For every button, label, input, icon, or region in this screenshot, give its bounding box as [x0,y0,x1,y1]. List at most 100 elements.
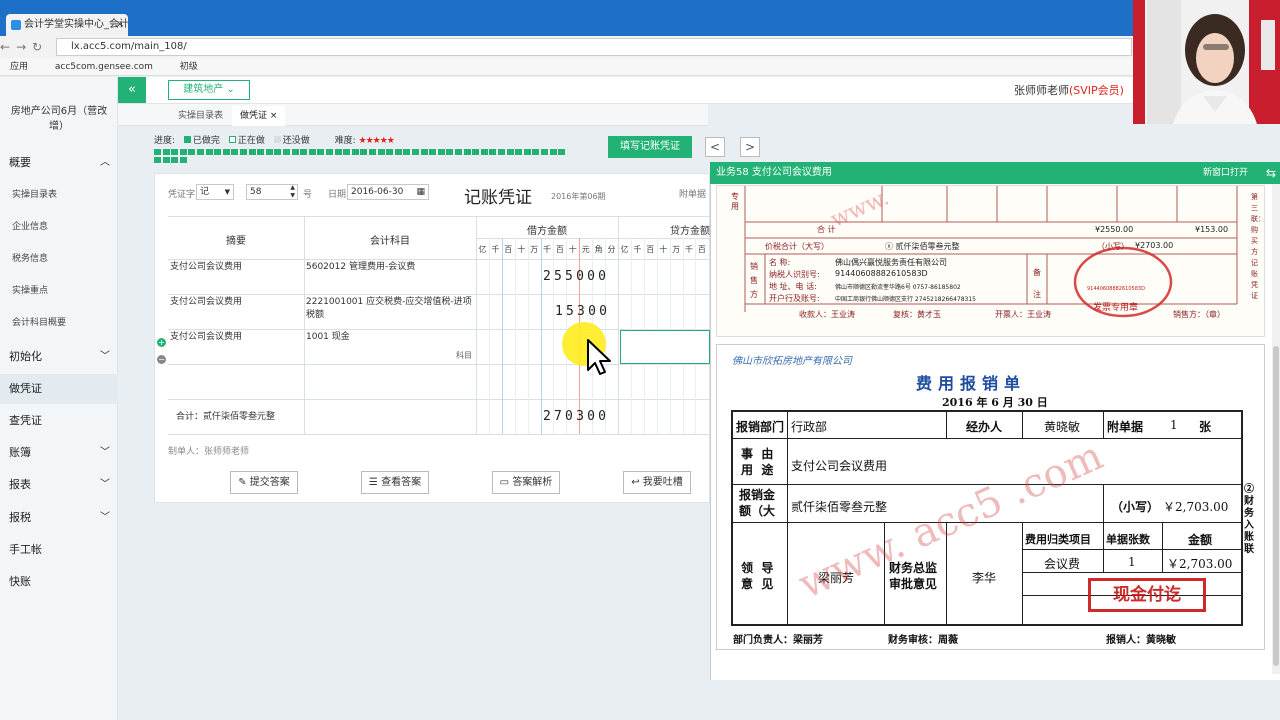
progress-cell[interactable] [188,149,196,155]
sidebar-item-0[interactable]: 概要 ︿ [0,148,118,178]
progress-cell[interactable] [515,149,523,155]
progress-cell[interactable] [179,157,187,163]
sidebar-item-6[interactable]: 初始化 ﹀ [0,342,118,372]
progress-cell[interactable] [369,149,376,155]
close-icon[interactable]: × [270,111,278,121]
calendar-icon[interactable]: ▦ [416,185,425,199]
close-tab-icon[interactable]: × [116,14,124,36]
progress-cell[interactable] [523,149,531,155]
tab-shicao-mulu[interactable]: 实操目录表 [170,106,231,126]
add-row-icon[interactable]: + [157,338,166,347]
progress-cell[interactable] [446,149,454,155]
row1-debit[interactable]: 255000 [543,269,609,284]
sidebar-item-12[interactable]: 手工帐 [0,535,118,565]
progress-cell[interactable] [412,149,419,155]
back-icon[interactable]: ← [0,40,16,54]
credit-amount-input[interactable] [620,330,710,364]
progress-cell[interactable] [343,149,351,155]
prev-button[interactable]: < [705,137,725,157]
progress-cell[interactable] [532,149,540,155]
feedback-button[interactable]: ↩ 我要吐槽 [623,471,691,494]
answer-analysis-button[interactable]: ▭ 答案解析 [492,471,560,494]
progress-cell[interactable] [420,149,428,155]
sidebar-item-9[interactable]: 账簿 ﹀ [0,438,118,468]
row2-summary[interactable]: 支付公司会议费用 [170,296,302,309]
progress-cell[interactable] [214,149,222,155]
progress-cell[interactable] [541,149,548,155]
progress-cell[interactable] [179,149,187,155]
fill-voucher-button[interactable]: 填写记账凭证 [608,136,692,158]
sidebar-item-3[interactable]: 税务信息 [0,244,118,274]
progress-cell[interactable] [274,149,282,155]
progress-cell[interactable] [403,149,411,155]
sidebar-item-11[interactable]: 报税 ﹀ [0,503,118,533]
progress-cell[interactable] [154,149,161,155]
bookmark-chuji[interactable]: 初级 [180,62,198,72]
progress-cell[interactable] [231,149,239,155]
progress-cell[interactable] [205,149,213,155]
voucher-word-select[interactable]: 记 ▼ [196,184,234,200]
progress-cell[interactable] [360,149,368,155]
progress-cell[interactable] [317,149,325,155]
progress-cell[interactable] [154,157,161,163]
progress-cell[interactable] [480,149,488,155]
forward-icon[interactable]: → [16,40,32,54]
next-button[interactable]: > [740,137,760,157]
progress-cell[interactable] [291,149,299,155]
sidebar-item-8[interactable]: 查凭证 [0,406,118,436]
progress-cell[interactable] [558,149,566,155]
progress-cell[interactable] [549,149,557,155]
row2-debit[interactable]: 15300 [555,304,610,319]
row3-account[interactable]: 1001 现金 [306,331,474,344]
progress-cell[interactable] [498,149,505,155]
progress-cell[interactable] [394,149,402,155]
progress-cell[interactable] [222,149,230,155]
progress-cell[interactable] [308,149,316,155]
progress-cell[interactable] [463,149,471,155]
sidebar-item-1[interactable]: 实操目录表 [0,180,118,210]
swap-icon[interactable]: ⇆ [1266,162,1276,184]
progress-cell[interactable] [472,149,480,155]
bookmark-gensee[interactable]: acc5com.gensee.com [55,62,153,72]
progress-cell[interactable] [351,149,359,155]
progress-cell[interactable] [334,149,342,155]
progress-cell[interactable] [489,149,497,155]
url-input[interactable]: lx.acc5.com/main_108/ [56,38,1132,56]
date-input[interactable]: 2016-06-30 ▦ [347,184,429,200]
stepper-icon[interactable]: ▲ ▼ [290,184,295,200]
row3-summary[interactable]: 支付公司会议费用 [170,331,302,344]
progress-cell[interactable] [455,149,462,155]
row1-account[interactable]: 5602012 管理费用-会议费 [306,261,474,274]
tab-zuo-pingzheng[interactable]: 做凭证 × [232,106,286,126]
progress-cell[interactable] [162,149,170,155]
progress-cell[interactable] [429,149,437,155]
sidebar-item-13[interactable]: 快账 [0,567,118,597]
progress-cell[interactable] [265,149,273,155]
progress-cell[interactable] [162,157,170,163]
sidebar-item-5[interactable]: 会计科目概要 [0,308,118,338]
voucher-number-input[interactable]: 58 ▲ ▼ [246,184,298,200]
progress-cell[interactable] [326,149,333,155]
view-answer-button[interactable]: ☰ 查看答案 [361,471,429,494]
progress-cell[interactable] [257,149,265,155]
collapse-sidebar-button[interactable]: « [118,77,146,103]
row2-account[interactable]: 2221001001 应交税费-应交增值税-进项税额 [306,296,474,322]
panel-scrollbar-thumb[interactable] [1273,346,1279,666]
open-new-window-link[interactable]: 新窗口打开 [1203,162,1248,184]
progress-cell[interactable] [386,149,394,155]
submit-answer-button[interactable]: ✎ 提交答案 [230,471,298,494]
remove-row-icon[interactable]: − [157,355,166,364]
bookmark-apps[interactable]: 应用 [10,62,28,72]
progress-cell[interactable] [506,149,514,155]
row1-summary[interactable]: 支付公司会议费用 [170,261,302,274]
progress-cell[interactable] [377,149,385,155]
sidebar-item-4[interactable]: 实操重点 [0,276,118,306]
progress-cell[interactable] [283,149,290,155]
progress-cell[interactable] [197,149,204,155]
sidebar-item-10[interactable]: 报表 ﹀ [0,470,118,500]
progress-cell[interactable] [240,149,247,155]
browser-tab[interactable]: 会计学堂实操中心_会计实 × [6,14,128,36]
progress-cell[interactable] [437,149,445,155]
industry-dropdown[interactable]: 建筑地产 ⌄ [168,80,250,100]
progress-cell[interactable] [171,149,179,155]
